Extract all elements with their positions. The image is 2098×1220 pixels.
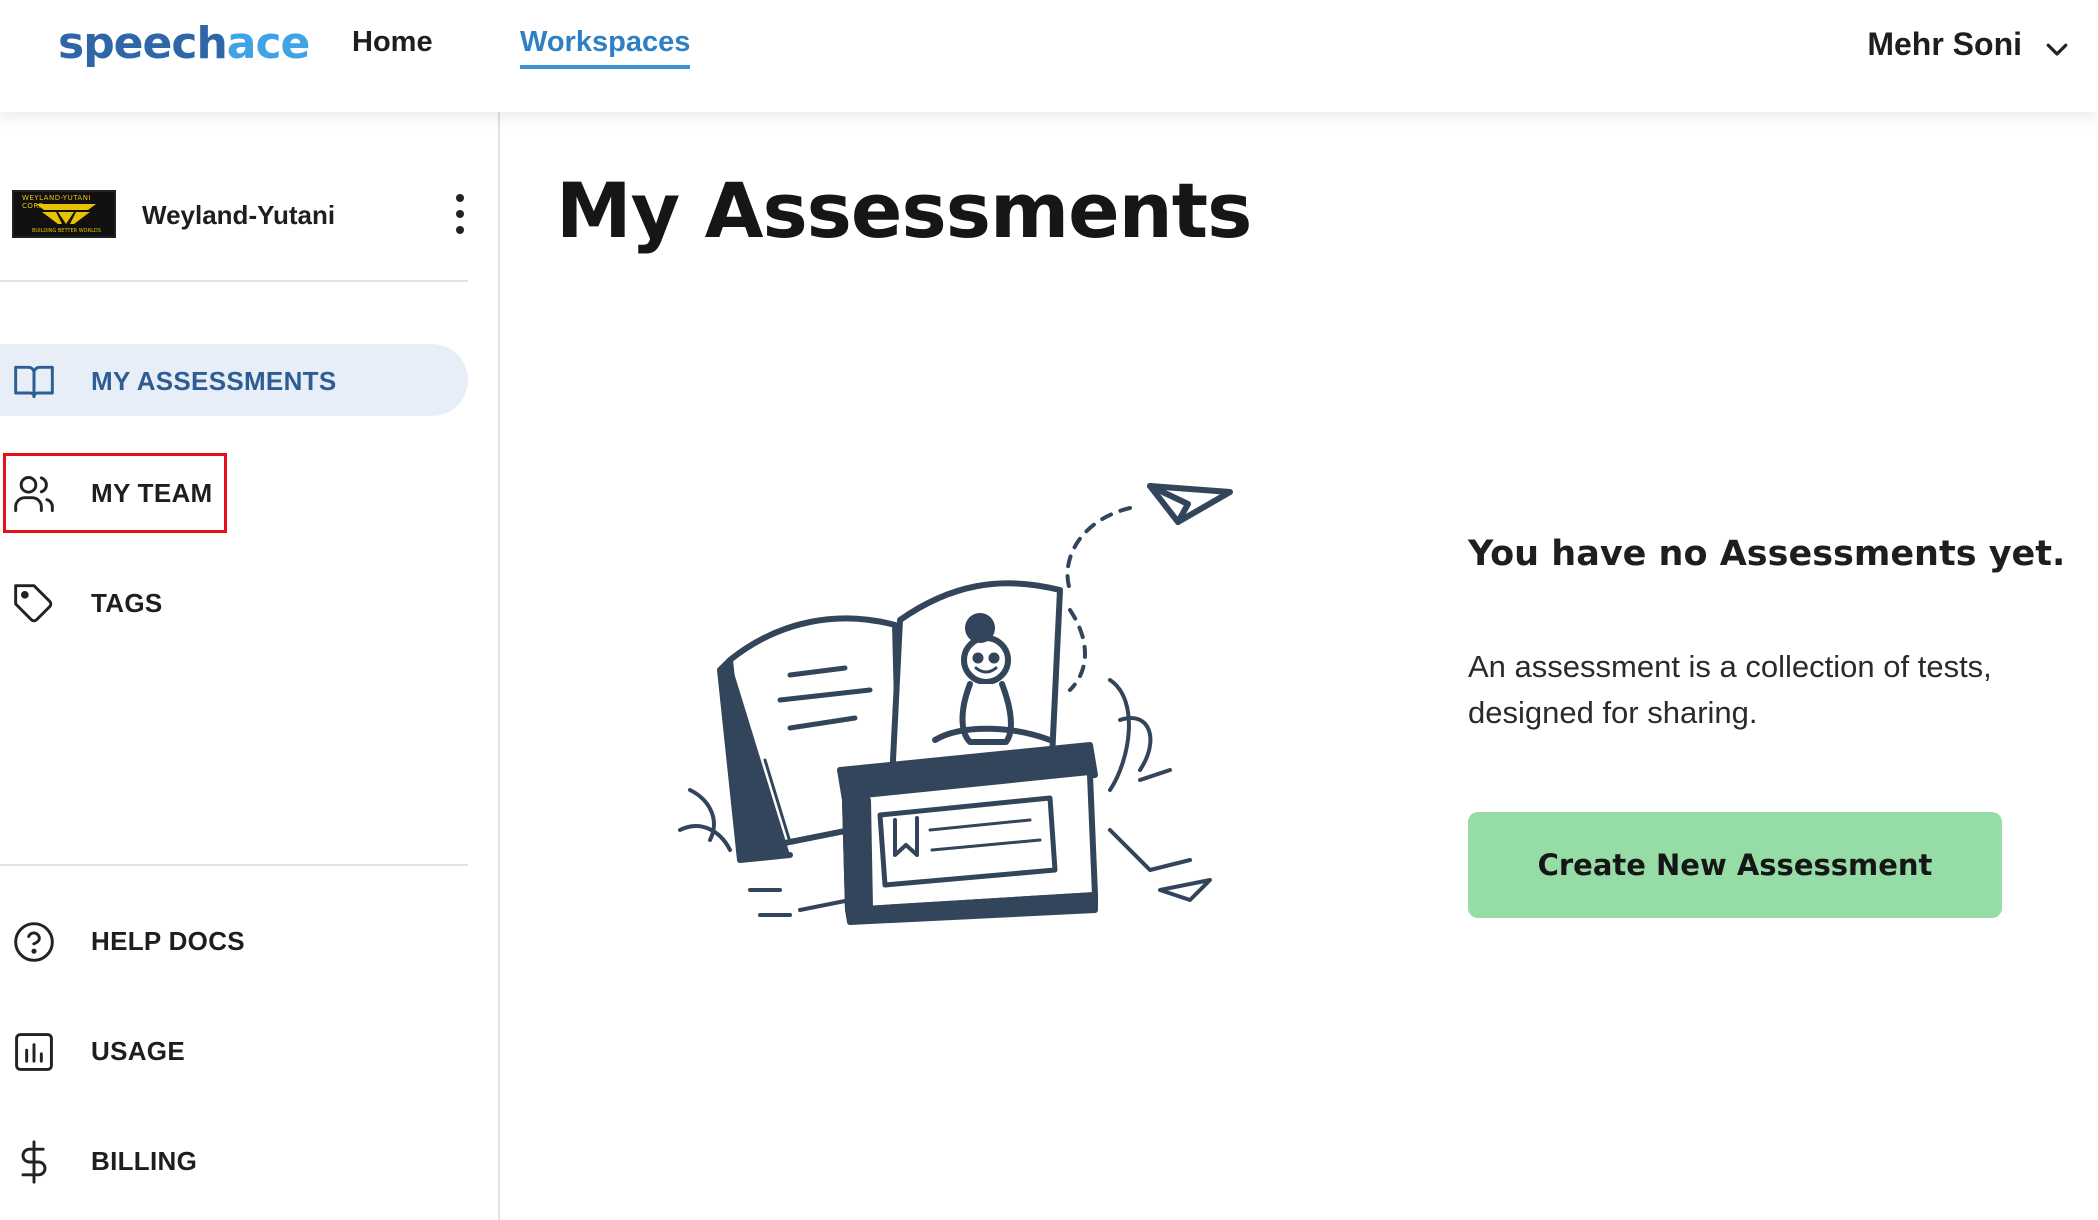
org-logo: WEYLAND-YUTANI CORP BUILDING BETTER WORL… (12, 190, 116, 238)
book-icon (14, 365, 54, 399)
user-name[interactable]: Mehr Soni (1867, 26, 2022, 63)
sidebar: WEYLAND-YUTANI CORP BUILDING BETTER WORL… (0, 112, 500, 1220)
highlight-box (3, 453, 227, 533)
page-title: My Assessments (556, 166, 1252, 255)
help-circle-icon (14, 922, 54, 962)
bar-chart-icon (15, 1033, 53, 1071)
sidebar-item-label: BILLING (91, 1146, 198, 1176)
create-new-assessment-button[interactable]: Create New Assessment (1468, 812, 2002, 918)
brand-logo-part2: ace (226, 18, 311, 69)
brand-logo-part1: speech (58, 18, 228, 69)
sidebar-item-label: USAGE (91, 1036, 185, 1066)
sidebar-item-billing[interactable]: BILLING (0, 1124, 468, 1196)
sidebar-item-my-assessments[interactable]: MY ASSESSMENTS (0, 344, 468, 416)
sidebar-divider-top (0, 280, 468, 282)
tag-icon (14, 584, 53, 623)
empty-state-title: You have no Assessments yet. (1468, 534, 2066, 574)
sidebar-item-label: TAGS (91, 588, 163, 618)
dollar-icon (21, 1140, 47, 1184)
sidebar-divider-bottom (0, 864, 468, 866)
sidebar-item-label: HELP DOCS (91, 926, 245, 956)
chevron-down-icon[interactable] (2042, 34, 2072, 64)
top-bar: speechace Home Workspaces Mehr Soni (0, 0, 2098, 112)
empty-state-illustration (678, 483, 1233, 925)
sidebar-item-usage[interactable]: USAGE (0, 1014, 468, 1086)
brand-logo[interactable]: speechace (58, 18, 311, 69)
kebab-menu-icon[interactable] (452, 190, 468, 242)
empty-state-description: An assessment is a collection of tests, … (1468, 649, 1992, 730)
org-switcher[interactable]: WEYLAND-YUTANI CORP BUILDING BETTER WORL… (12, 190, 472, 246)
nav-home-link[interactable]: Home (352, 26, 433, 59)
org-logo-wing-icon (36, 204, 96, 224)
sidebar-item-tags[interactable]: TAGS (0, 566, 468, 638)
sidebar-item-help-docs[interactable]: HELP DOCS (0, 904, 468, 976)
sidebar-item-label: MY ASSESSMENTS (91, 366, 337, 396)
org-name: Weyland-Yutani (142, 200, 336, 230)
org-logo-bottom-text: BUILDING BETTER WORLDS (32, 228, 101, 234)
nav-workspaces-link[interactable]: Workspaces (520, 26, 691, 69)
